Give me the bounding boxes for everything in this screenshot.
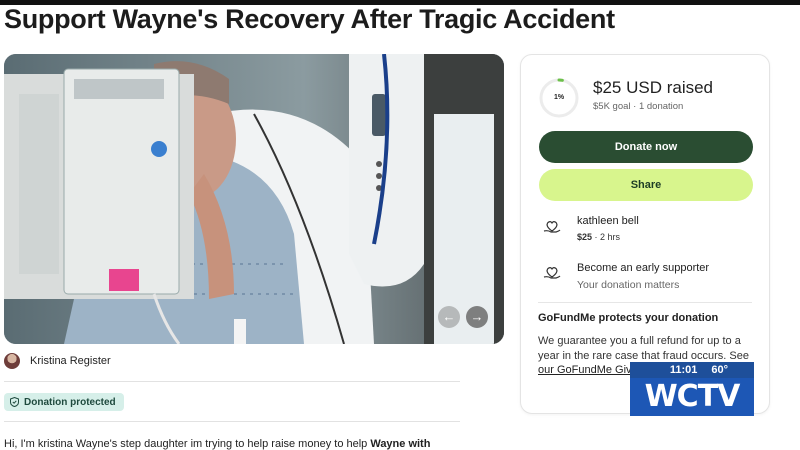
organizer-name: Kristina Register — [30, 355, 111, 367]
share-button[interactable]: Share — [539, 169, 753, 201]
carousel-prev-button[interactable]: ← — [438, 306, 460, 328]
goal: $5K goal — [593, 101, 631, 112]
badge-label: Donation protected — [24, 396, 116, 408]
divider — [4, 381, 460, 382]
recent-donor-amount: $25 — [577, 232, 593, 242]
goal-and-count: $5K goal · 1 donation — [593, 101, 683, 112]
tv-time-temp: 11:01 60° — [630, 362, 754, 378]
donation-count: 1 donation — [638, 101, 684, 112]
guarantee-link[interactable]: our GoFundMe Giv — [538, 364, 632, 376]
page-title: Support Wayne's Recovery After Tragic Ac… — [4, 4, 615, 34]
story-text: Hi, I'm kristina Wayne's step daughter i… — [4, 438, 430, 450]
tv-logo: WCTV — [630, 378, 754, 416]
arrow-left-icon: ← — [442, 309, 456, 324]
amount-raised: $25 USD raised — [593, 78, 714, 97]
tv-station-bug: 11:01 60° WCTV — [630, 362, 754, 416]
protection-text: We guarantee you a full refund for up to… — [538, 335, 749, 362]
avatar — [4, 353, 20, 369]
campaign-photo[interactable] — [4, 54, 504, 344]
shield-icon — [10, 397, 19, 407]
recent-donor-meta: $25 · 2 hrs — [577, 232, 620, 242]
tv-temp: 60° — [711, 364, 728, 376]
tv-time: 11:01 — [669, 364, 698, 376]
hospital-photo-illustration — [4, 54, 504, 344]
heart-hand-icon — [543, 267, 561, 279]
organizer[interactable]: Kristina Register — [4, 353, 111, 369]
heart-hand-icon — [543, 221, 561, 233]
story-preview: Hi, I'm kristina Wayne's step daughter i… — [4, 438, 371, 450]
protection-title: GoFundMe protects your donation — [538, 312, 719, 324]
early-supporter-subtitle: Your donation matters — [577, 279, 680, 291]
donation-protected-badge: Donation protected — [4, 393, 124, 411]
story-preview-bold: Wayne with — [370, 438, 431, 450]
donate-now-button[interactable]: Donate now — [539, 131, 753, 163]
arrow-right-icon: → — [470, 309, 484, 324]
recent-donor-name: kathleen bell — [577, 215, 639, 227]
carousel-next-button[interactable]: → — [466, 306, 488, 328]
divider — [538, 302, 752, 303]
recent-donor-time: · 2 hrs — [594, 232, 621, 242]
early-supporter-title: Become an early supporter — [577, 262, 710, 274]
progress-percent: 1% — [553, 94, 565, 101]
divider — [4, 421, 460, 422]
separator: · — [633, 101, 637, 112]
